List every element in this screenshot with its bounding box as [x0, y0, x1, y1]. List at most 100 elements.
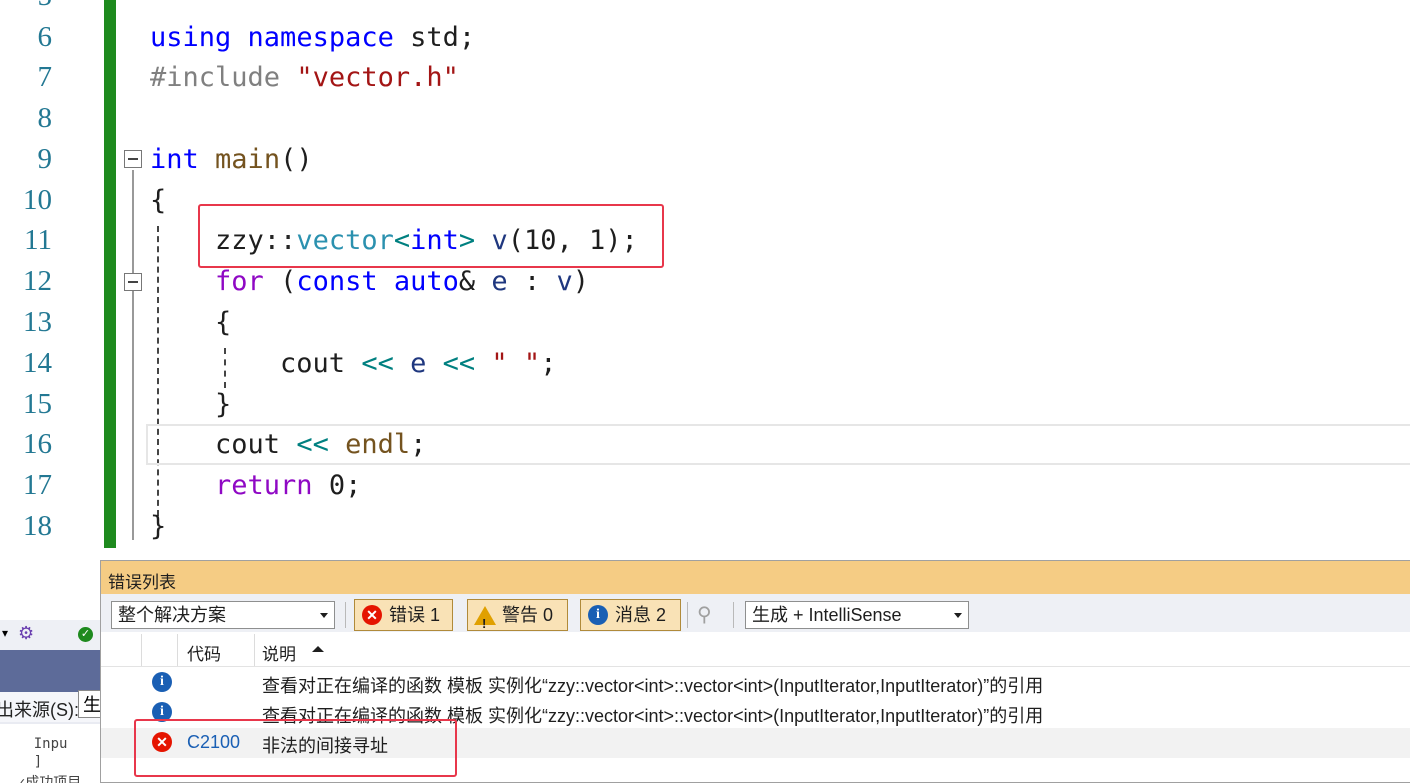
- code-line-16[interactable]: cout << endl;: [150, 424, 426, 465]
- errors-filter-button[interactable]: ✕ 错误 1: [354, 599, 453, 631]
- check-status-icon: ✓: [78, 627, 93, 642]
- code-token: e: [491, 266, 508, 297]
- output-line: ]: [0, 754, 43, 770]
- build-source-combo[interactable]: 生成 + IntelliSense: [745, 601, 969, 629]
- line-number: 5: [0, 0, 53, 17]
- line-number: 6: [37, 21, 53, 53]
- line-number: 10: [23, 184, 52, 216]
- scope-combo-value: 整个解决方案: [118, 605, 226, 625]
- code-token: int: [150, 144, 199, 175]
- warnings-filter-button[interactable]: 警告 0: [467, 599, 568, 639]
- code-token: cout: [150, 348, 362, 379]
- output-toolbar: ▾ ⚙ ✓: [0, 620, 100, 651]
- bulb-icon[interactable]: ⚙: [18, 623, 34, 644]
- code-token: const: [296, 266, 378, 297]
- code-token: <<: [361, 348, 394, 379]
- line-number: 17: [23, 469, 52, 501]
- error-list-title-bar[interactable]: 错误列表: [101, 561, 1410, 594]
- column-separator: [254, 634, 255, 666]
- code-line-9[interactable]: int main(): [150, 139, 313, 180]
- output-line: Inpu: [0, 736, 68, 752]
- build-source-value: 生成 + IntelliSense: [752, 605, 902, 625]
- code-token: ;: [540, 348, 557, 379]
- output-text: Inpu ] ✓成功项目: [0, 724, 100, 783]
- annotation-box-error: [134, 719, 457, 777]
- code-token: std;: [393, 22, 476, 53]
- column-header-description[interactable]: 说明: [262, 640, 296, 665]
- code-line-10[interactable]: {: [150, 180, 166, 221]
- info-icon: i: [152, 672, 172, 692]
- dropdown-arrow-icon[interactable]: ▾: [2, 626, 8, 640]
- warning-icon: [474, 606, 496, 639]
- line-number: 7: [37, 61, 53, 93]
- fold-toggle-main[interactable]: [124, 150, 142, 168]
- code-token: ;: [410, 429, 427, 460]
- column-separator: [177, 634, 178, 666]
- warnings-filter-label: 警告 0: [502, 605, 554, 625]
- code-token: for: [215, 266, 264, 297]
- code-token: cout: [150, 429, 297, 460]
- code-token: namespace: [247, 22, 394, 53]
- code-token: (): [280, 144, 313, 175]
- toolbar-separator: [687, 602, 688, 628]
- error-list-header: 代码 说明: [101, 634, 1410, 667]
- code-token: using: [150, 22, 232, 53]
- code-token: (: [263, 266, 297, 297]
- code-line-13[interactable]: {: [150, 302, 231, 343]
- code-token: {: [150, 185, 167, 216]
- code-line-7[interactable]: #include "vector.h": [150, 57, 459, 98]
- scope-combo[interactable]: 整个解决方案: [111, 601, 335, 629]
- column-header-code[interactable]: 代码: [187, 640, 221, 665]
- line-number: 13: [23, 306, 52, 338]
- error-list-window: 错误列表 整个解决方案 ✕ 错误 1 警告 0 i 消息 2 ⚲ 生成 + In…: [100, 560, 1410, 783]
- code-line-14[interactable]: cout << e << " ";: [150, 343, 556, 384]
- code-line-15[interactable]: }: [150, 384, 231, 425]
- chevron-down-icon: [954, 613, 962, 618]
- code-token: return: [215, 470, 313, 501]
- error-list-toolbar: 整个解决方案 ✕ 错误 1 警告 0 i 消息 2 ⚲ 生成 + Intelli…: [101, 594, 1410, 639]
- code-token: ): [572, 266, 589, 297]
- code-token: auto: [393, 266, 459, 297]
- chevron-down-icon: [320, 613, 328, 618]
- code-token: e: [410, 348, 427, 379]
- code-token: &: [458, 266, 492, 297]
- output-source-combo[interactable]: 生: [78, 690, 100, 718]
- row-description: 查看对正在编译的函数 模板 实例化“zzy::vector<int>::vect…: [262, 676, 1044, 696]
- code-token: <<: [296, 429, 329, 460]
- filter-icon[interactable]: ⚲: [697, 604, 719, 626]
- code-token: }: [150, 511, 167, 542]
- line-number: 16: [23, 428, 52, 460]
- code-token: "vector.h": [296, 62, 459, 93]
- line-number: 11: [24, 224, 52, 256]
- code-token: main: [215, 144, 281, 175]
- annotation-box-code: [198, 204, 664, 268]
- code-line-17[interactable]: return 0;: [150, 465, 361, 506]
- code-token: :: [507, 266, 557, 297]
- messages-filter-button[interactable]: i 消息 2: [580, 599, 681, 631]
- change-tracking-bar: [104, 0, 116, 548]
- error-list-row[interactable]: i 查看对正在编译的函数 模板 实例化“zzy::vector<int>::ve…: [101, 668, 1410, 698]
- info-icon: i: [588, 605, 608, 625]
- line-number: 12: [23, 265, 52, 297]
- messages-filter-label: 消息 2: [615, 605, 667, 625]
- code-token: " ": [491, 348, 541, 379]
- code-token: {: [150, 307, 232, 338]
- code-token: v: [556, 266, 573, 297]
- code-line-6[interactable]: using namespace std;: [150, 17, 475, 58]
- line-number: 18: [23, 510, 52, 542]
- code-token: <<: [442, 348, 476, 379]
- code-token: #include: [150, 62, 297, 93]
- line-number: 9: [37, 143, 53, 175]
- fold-toggle-for[interactable]: [124, 273, 142, 291]
- error-icon: ✕: [362, 605, 382, 625]
- code-line-18[interactable]: }: [150, 506, 166, 547]
